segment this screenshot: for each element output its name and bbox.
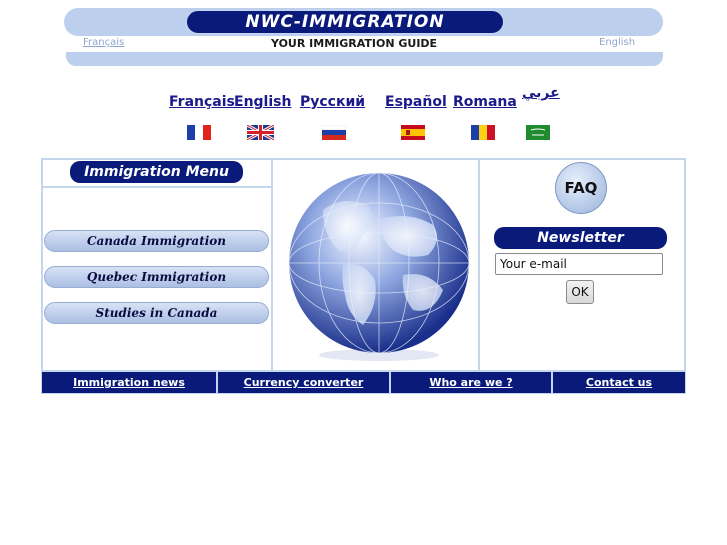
lang-link-english[interactable]: English: [234, 94, 291, 110]
header-link-francais[interactable]: Français: [83, 37, 124, 48]
page: NWC-IMMIGRATION Français YOUR IMMIGRATIO…: [0, 0, 727, 545]
newsletter-email-input[interactable]: [495, 253, 663, 275]
nav-link-contact-us[interactable]: Contact us: [553, 372, 685, 393]
es-flag-icon[interactable]: [401, 125, 425, 140]
header-banner-bottom: [66, 52, 663, 66]
fr-flag-icon[interactable]: [187, 125, 211, 140]
sa-flag-icon[interactable]: [526, 125, 550, 140]
globe-image: [288, 172, 470, 361]
lang-link-spanish[interactable]: Español: [385, 94, 447, 110]
ru-flag-icon[interactable]: [322, 125, 346, 140]
menu-button-quebec-immigration[interactable]: Quebec Immigration: [44, 266, 269, 288]
faq-button[interactable]: FAQ: [555, 162, 607, 214]
lang-link-francais[interactable]: Français: [169, 94, 235, 110]
newsletter-ok-button[interactable]: OK: [566, 280, 594, 304]
immigration-menu-title: Immigration Menu: [70, 161, 243, 183]
lang-link-russian[interactable]: Русский: [300, 94, 365, 110]
site-logo-text: NWC-IMMIGRATION: [245, 12, 445, 32]
menu-button-canada-immigration[interactable]: Canada Immigration: [44, 230, 269, 252]
ro-flag-icon[interactable]: [471, 125, 495, 140]
uk-flag-icon[interactable]: [247, 125, 274, 140]
header-link-english[interactable]: English: [599, 37, 635, 48]
nav-link-who-are-we[interactable]: Who are we ?: [391, 372, 551, 393]
newsletter-title: Newsletter: [494, 227, 667, 249]
menu-button-studies-in-canada[interactable]: Studies in Canada: [44, 302, 269, 324]
lang-link-arabic[interactable]: عربي: [522, 84, 560, 102]
lang-link-romanian[interactable]: Romana: [453, 94, 517, 110]
menu-panel: [41, 158, 273, 372]
nav-link-immigration-news[interactable]: Immigration news: [42, 372, 216, 393]
nav-link-currency-converter[interactable]: Currency converter: [218, 372, 389, 393]
site-tagline: YOUR IMMIGRATION GUIDE: [271, 37, 438, 50]
site-logo[interactable]: NWC-IMMIGRATION: [186, 10, 504, 34]
